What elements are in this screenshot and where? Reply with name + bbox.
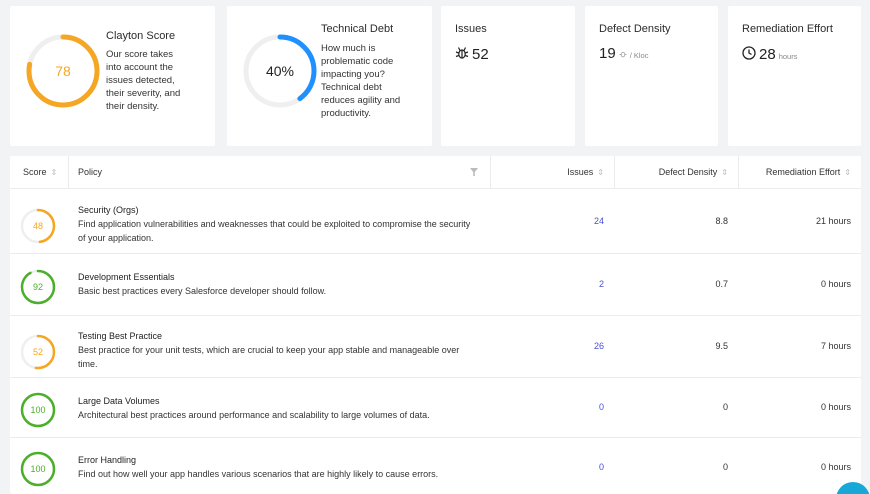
debt-gauge: 40% (242, 33, 318, 109)
score-ring: 100 (20, 451, 56, 487)
header-defect-density[interactable]: Defect Density ⇕ (614, 156, 738, 189)
filter-icon[interactable] (470, 168, 478, 178)
table-row[interactable]: 100 Large Data Volumes Architectural bes… (10, 378, 861, 438)
policy-name: Testing Best Practice (78, 331, 163, 341)
debt-description: How much is problematic code impacting y… (321, 43, 401, 119)
score-ring: 48 (20, 208, 56, 244)
row-score-value: 100 (30, 405, 46, 415)
issues-title: Issues (455, 23, 487, 35)
remediation-effort-value: 0 hours (820, 402, 851, 412)
density-title: Defect Density (599, 23, 671, 35)
policy-name: Development Essentials (78, 272, 175, 282)
issues-count-link[interactable]: 24 (490, 216, 604, 226)
issues-value: 52 (472, 46, 489, 63)
remediation-effort-value: 0 hours (820, 462, 851, 472)
score-value: 78 (55, 63, 71, 79)
defect-density-value: 0 (722, 462, 728, 472)
sort-icon[interactable]: ⇕ (597, 168, 604, 177)
header-policy[interactable]: Policy (68, 156, 490, 189)
density-unit: / Kloc (629, 51, 649, 60)
score-description: Our score takes into account the issues … (106, 49, 181, 112)
issues-count-link[interactable]: 2 (490, 279, 604, 289)
clayton-score-card: 78 Clayton Score Our score takes into ac… (10, 6, 215, 146)
sort-icon[interactable]: ⇕ (844, 168, 851, 177)
issues-card: Issues 52 (441, 6, 575, 146)
remediation-effort-value: 21 hours (815, 216, 851, 226)
score-ring: 92 (20, 269, 56, 305)
row-score-value: 100 (30, 464, 46, 474)
table-row[interactable]: 52 Testing Best Practice Best practice f… (10, 316, 861, 378)
technical-debt-card: 40% Technical Debt How much is problemat… (227, 6, 432, 146)
table-row[interactable]: 48 Security (Orgs) Find application vuln… (10, 190, 861, 254)
policy-description: Best practice for your unit tests, which… (78, 345, 460, 369)
table-row[interactable]: 100 Error Handling Find out how well you… (10, 438, 861, 494)
remediation-effort-value: 7 hours (820, 341, 851, 351)
defect-density-card: Defect Density 19 / Kloc (585, 6, 718, 146)
remediation-effort-card: Remediation Effort 28 hours (728, 6, 861, 146)
policy-name: Large Data Volumes (78, 396, 160, 406)
debt-value: 40% (265, 63, 295, 79)
policy-table: Score ⇕ Policy Issues ⇕ Defect Density ⇕ Re… (10, 156, 861, 494)
remediation-unit: hours (778, 52, 798, 61)
defect-density-value: 0 (722, 402, 728, 412)
policy-description: Basic best practices every Salesforce de… (78, 286, 327, 296)
bug-icon (619, 45, 627, 58)
score-ring: 100 (20, 392, 56, 428)
issues-count-link[interactable]: 0 (490, 402, 604, 412)
policy-cell: Error Handling Find out how well your ap… (78, 454, 488, 481)
policy-description: Architectural best practices around perf… (78, 410, 430, 420)
score-gauge: 78 (25, 33, 101, 109)
sort-icon[interactable]: ⇕ (51, 168, 58, 177)
policy-name: Security (Orgs) (78, 205, 139, 215)
row-score-value: 92 (32, 282, 43, 292)
remediation-value: 28 (759, 46, 776, 63)
defect-density-value: 8.8 (715, 216, 728, 226)
policy-cell: Security (Orgs) Find application vulnera… (78, 204, 488, 245)
table-row[interactable]: 92 Development Essentials Basic best pra… (10, 254, 861, 316)
header-remediation-effort[interactable]: Remediation Effort ⇕ (738, 156, 861, 189)
policy-description: Find out how well your app handles vario… (78, 469, 439, 479)
policy-name: Error Handling (78, 455, 137, 465)
policy-cell: Development Essentials Basic best practi… (78, 271, 488, 298)
header-score[interactable]: Score ⇕ (10, 156, 68, 189)
policy-cell: Testing Best Practice Best practice for … (78, 330, 488, 371)
sort-icon[interactable]: ⇕ (721, 168, 728, 177)
debt-title: Technical Debt (321, 23, 394, 35)
defect-density-value: 0.7 (715, 279, 728, 289)
score-ring: 52 (20, 334, 56, 370)
remediation-effort-value: 0 hours (820, 279, 851, 289)
bug-icon (455, 46, 469, 60)
policy-description: Find application vulnerabilities and wea… (78, 219, 471, 243)
defect-density-value: 9.5 (715, 341, 728, 351)
issues-count-link[interactable]: 26 (490, 341, 604, 351)
header-issues[interactable]: Issues ⇕ (490, 156, 614, 189)
score-title: Clayton Score (106, 30, 176, 42)
row-score-value: 52 (32, 347, 43, 357)
density-value: 19 (599, 45, 616, 62)
row-score-value: 48 (32, 221, 43, 231)
clock-icon (742, 46, 756, 60)
issues-count-link[interactable]: 0 (490, 462, 604, 472)
remediation-title: Remediation Effort (742, 23, 833, 35)
policy-cell: Large Data Volumes Architectural best pr… (78, 395, 488, 422)
